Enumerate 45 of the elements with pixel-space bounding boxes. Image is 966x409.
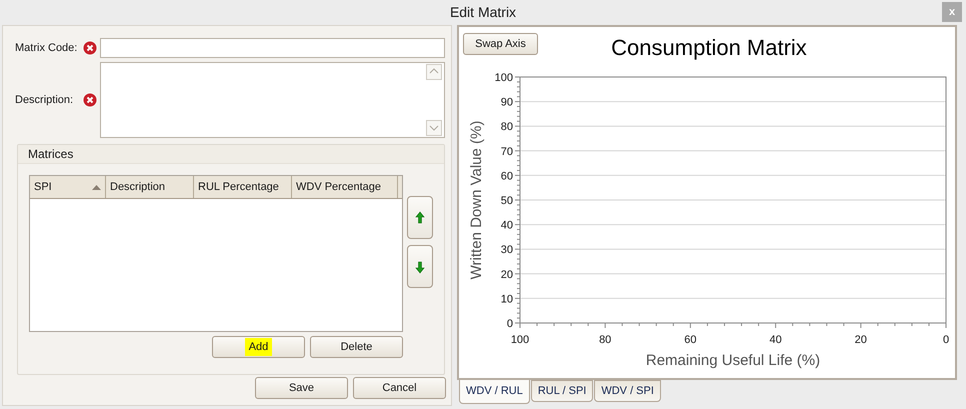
y-tick-label: 80	[500, 121, 513, 134]
chart-tab[interactable]: WDV / SPI	[594, 380, 661, 402]
x-tick-label: 60	[684, 334, 697, 346]
y-tick-label: 100	[494, 72, 513, 84]
x-axis-title: Remaining Useful Life (%)	[646, 352, 820, 369]
y-axis-title: Written Down Value (%)	[468, 120, 485, 280]
action-button[interactable]: Add	[212, 336, 305, 358]
x-tick-label: 0	[942, 334, 950, 346]
y-tick-label: 60	[500, 170, 513, 182]
move-up-button[interactable]	[407, 196, 433, 239]
swap-axis-button[interactable]: Swap Axis	[463, 33, 538, 55]
x-tick-label: 20	[854, 334, 867, 346]
dialog-button[interactable]: Save	[255, 377, 348, 399]
y-tick-label: 50	[500, 195, 513, 207]
up-arrow-icon	[414, 210, 426, 226]
field-label: Matrix Code:	[15, 40, 78, 56]
matrix-code-field[interactable]	[100, 38, 445, 58]
x-tick-label: 40	[769, 334, 782, 346]
group-title: Matrices	[28, 146, 74, 163]
action-button[interactable]: Delete	[310, 336, 403, 358]
down-arrow-icon	[414, 258, 426, 274]
x-tick-label: 100	[510, 334, 530, 346]
column-header[interactable]: RUL Percentage	[194, 176, 292, 198]
column-header[interactable]: SPI	[30, 176, 106, 198]
sort-arrow-icon	[92, 184, 101, 190]
chart-tab[interactable]: WDV / RUL	[459, 380, 530, 404]
y-tick-label: 0	[506, 318, 513, 330]
x-tick-label: 80	[599, 334, 612, 346]
scroll-down-button[interactable]	[426, 120, 442, 136]
chart-title: Consumption Matrix	[611, 35, 807, 60]
y-tick-label: 10	[500, 293, 513, 306]
column-header[interactable]: WDV Percentage	[292, 176, 398, 198]
column-header[interactable]: Description	[106, 176, 194, 198]
chart-tab[interactable]: RUL / SPI	[530, 380, 594, 402]
description-field[interactable]	[100, 62, 445, 138]
field-label: Description:	[15, 92, 74, 108]
y-tick-label: 90	[500, 96, 513, 109]
y-tick-label: 40	[500, 220, 513, 232]
y-tick-label: 20	[500, 268, 513, 281]
dialog-button[interactable]: Cancel	[353, 377, 446, 399]
window-title: Edit Matrix	[450, 3, 516, 22]
move-down-button[interactable]	[407, 245, 433, 288]
y-tick-label: 30	[500, 244, 513, 256]
scroll-up-button[interactable]	[426, 64, 442, 80]
y-tick-label: 70	[500, 146, 513, 158]
